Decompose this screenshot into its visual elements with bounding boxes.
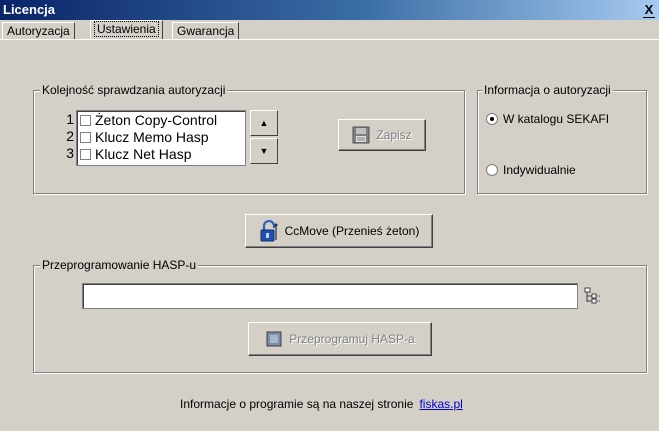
checkbox[interactable]: [80, 149, 91, 160]
radio-icon: [486, 113, 498, 125]
tab-ustawienia[interactable]: Ustawienia: [90, 20, 163, 40]
tab-gwarancja[interactable]: Gwarancja: [172, 22, 240, 40]
save-button[interactable]: Zapisz: [338, 119, 426, 151]
tab-strip: Autoryzacja Ustawienia Gwarancja: [0, 20, 659, 40]
order-spinner: ▲ ▼: [250, 110, 278, 164]
radio-icon: [486, 164, 498, 176]
footer-info: Informacje o programie są na naszej stro…: [180, 397, 463, 411]
list-item-number: 3: [66, 145, 74, 161]
list-item[interactable]: Klucz Memo Hasp: [80, 129, 209, 145]
auth-info-legend: Informacja o autoryzacji: [482, 83, 613, 97]
padlock-icon: [260, 220, 278, 242]
move-up-button[interactable]: ▲: [250, 110, 278, 136]
checkbox[interactable]: [80, 132, 91, 143]
auth-order-list[interactable]: Żeton Copy-Control Klucz Memo Hasp Klucz…: [76, 110, 246, 166]
tab-autoryzacja[interactable]: Autoryzacja: [2, 22, 75, 40]
reprogram-hasp-button[interactable]: Przeprogramuj HASP-a: [248, 322, 432, 356]
checkbox[interactable]: [80, 115, 91, 126]
title-bar: Licencja X: [0, 0, 659, 20]
hasp-legend: Przeprogramowanie HASP-u: [40, 258, 199, 272]
move-down-button[interactable]: ▼: [250, 138, 278, 164]
close-icon[interactable]: X: [641, 2, 657, 18]
hasp-input[interactable]: [82, 283, 578, 309]
hasp-group: Przeprogramowanie HASP-u: [33, 258, 647, 373]
website-link[interactable]: fiskas.pl: [419, 397, 462, 411]
list-item-number: 1: [66, 111, 74, 127]
list-item[interactable]: Żeton Copy-Control: [80, 112, 217, 128]
radio-indywidualnie[interactable]: Indywidualnie: [486, 163, 576, 177]
list-item-number: 2: [66, 128, 74, 144]
list-item[interactable]: Klucz Net Hasp: [80, 146, 191, 162]
floppy-icon: [352, 126, 370, 144]
radio-w-katalogu[interactable]: W katalogu SEKAFI: [486, 112, 609, 126]
ccmove-button[interactable]: CcMove (Przenieś żeton): [245, 214, 433, 248]
tab-divider: [0, 39, 659, 40]
auth-order-legend: Kolejność sprawdzania autoryzacji: [40, 83, 228, 97]
window-title: Licencja: [3, 2, 56, 17]
tree-icon[interactable]: [584, 287, 602, 305]
chip-icon: [266, 331, 282, 347]
auth-info-group: Informacja o autoryzacji: [477, 83, 647, 194]
